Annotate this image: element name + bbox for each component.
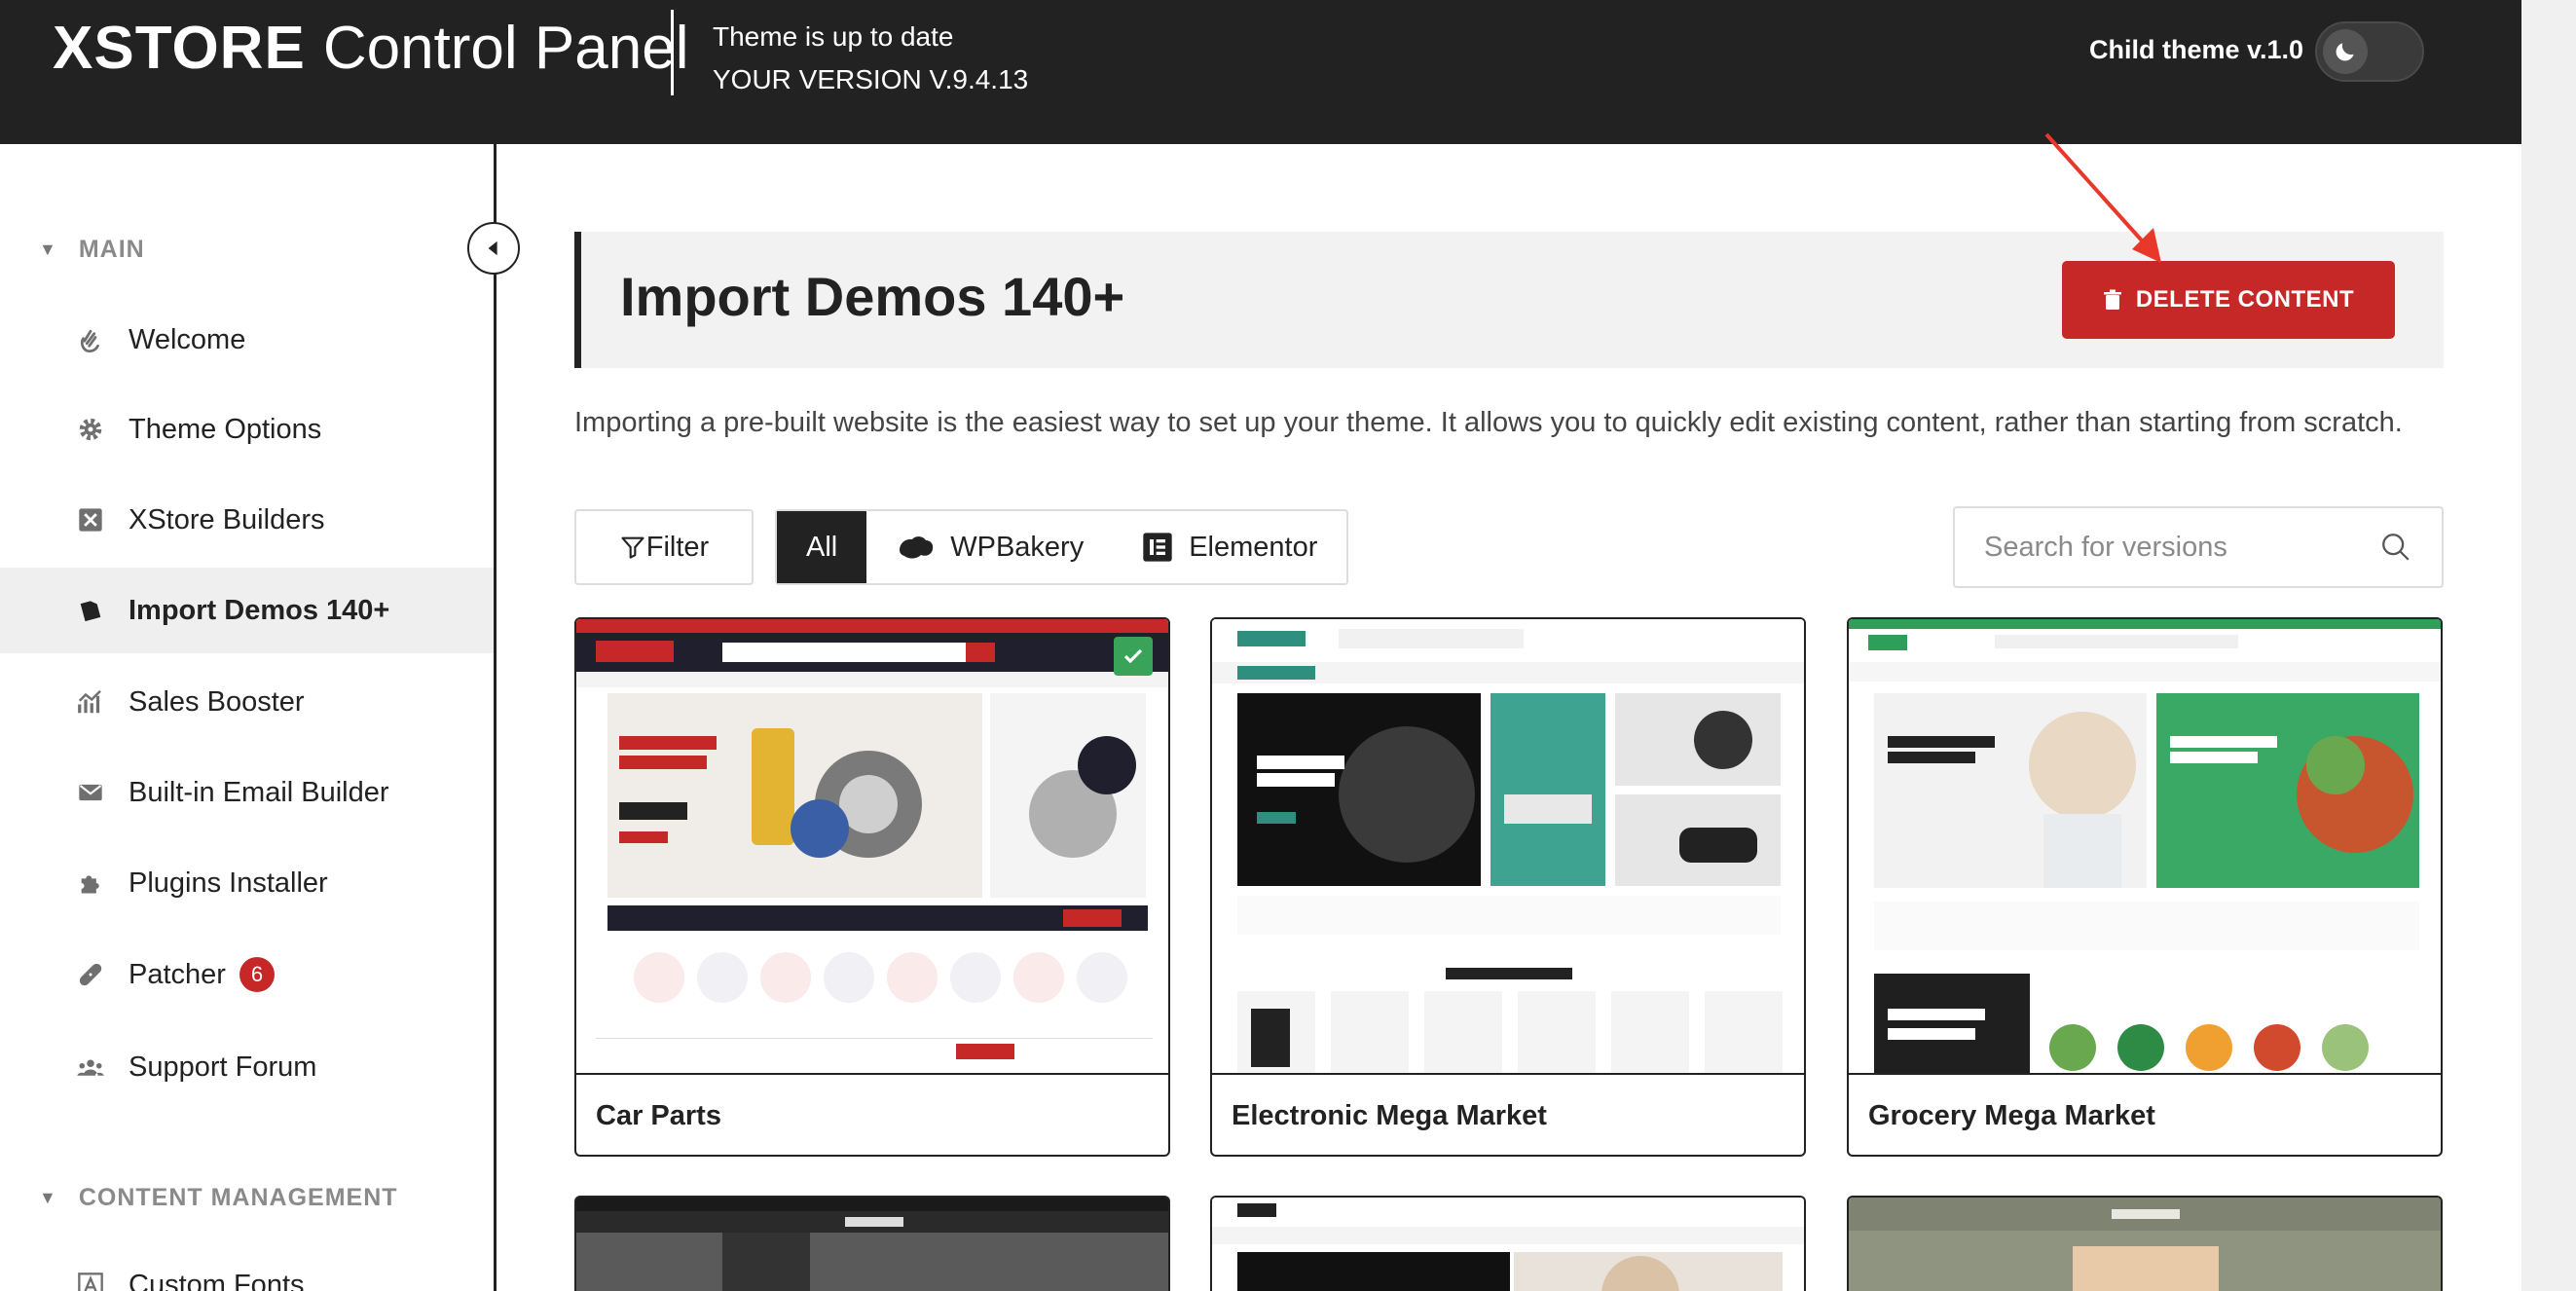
moon-icon	[2323, 29, 2368, 74]
child-theme-label: Child theme v.1.0	[2089, 35, 2304, 64]
logo-brand: XSTORE	[53, 15, 306, 82]
demo-card-preview-row2-1[interactable]	[574, 1196, 1170, 1291]
page-title: Import Demos 140+	[620, 266, 1125, 327]
sidebar-item-label: XStore Builders	[129, 503, 325, 535]
top-bar: XSTORE Control Panel Theme is up to date…	[0, 0, 2521, 144]
caret-down-icon: ▼	[39, 240, 57, 259]
delete-content-button[interactable]: DELETE CONTENT	[2062, 261, 2395, 339]
sidebar-item-import-demos[interactable]: Import Demos 140+	[0, 568, 494, 653]
search-versions-input[interactable]: Search for versions	[1953, 506, 2444, 588]
sidebar-item-theme-options[interactable]: Theme Options	[0, 387, 494, 472]
trash-icon	[2103, 289, 2121, 310]
demo-preview-image	[576, 619, 1168, 1075]
tab-wpbakery[interactable]: WPBakery	[866, 511, 1113, 583]
demo-name: Car Parts	[596, 1100, 721, 1131]
sidebar-item-label: Built-in Email Builder	[129, 776, 389, 808]
caret-left-icon	[488, 240, 497, 256]
builder-filter-tabs: All WPBakery Elementor	[775, 509, 1349, 585]
puzzle-icon	[76, 868, 105, 898]
sidebar-item-label: Sales Booster	[129, 685, 305, 718]
demo-card-preview-row2-2[interactable]	[1210, 1196, 1806, 1291]
scrollbar-track[interactable]	[2521, 0, 2576, 1291]
elementor-icon	[1143, 533, 1172, 562]
version-label: YOUR VERSION V.9.4.13	[713, 64, 1029, 94]
demo-card-grocery-mega-market[interactable]: Grocery Mega Market	[1847, 617, 2443, 1157]
builder-icon	[76, 505, 105, 535]
tab-label: Elementor	[1189, 531, 1318, 563]
demo-card-preview-row2-3[interactable]	[1847, 1196, 2443, 1291]
sidebar-item-label: Patcher	[129, 958, 226, 990]
demo-card-car-parts[interactable]: Car Parts	[574, 617, 1170, 1157]
sidebar-item-sales-booster[interactable]: Sales Booster	[0, 659, 494, 745]
sidebar-border	[494, 144, 497, 1291]
import-icon	[76, 596, 105, 625]
update-status: Theme is up to date	[713, 21, 954, 52]
dark-mode-toggle[interactable]	[2315, 21, 2424, 82]
sidebar-section-content-management[interactable]: ▼ CONTENT MANAGEMENT	[39, 1184, 398, 1212]
sidebar-item-label: Support Forum	[129, 1051, 317, 1083]
sidebar-section-label: MAIN	[78, 236, 145, 263]
sidebar-section-main[interactable]: ▼ MAIN	[39, 236, 145, 264]
sidebar-item-label: Welcome	[129, 323, 246, 355]
gear-icon	[76, 415, 105, 444]
tab-elementor[interactable]: Elementor	[1113, 511, 1346, 583]
collapse-sidebar-button[interactable]	[467, 222, 520, 275]
bandage-icon	[76, 960, 105, 989]
imported-check-icon	[1114, 637, 1153, 676]
tab-all[interactable]: All	[777, 511, 867, 583]
font-icon	[76, 1271, 105, 1291]
sidebar-item-patcher[interactable]: Patcher 6	[0, 932, 494, 1017]
funnel-icon	[621, 536, 644, 559]
logo-product: Control Panel	[322, 15, 689, 82]
sidebar-item-label: Custom Fonts	[129, 1269, 305, 1291]
tab-label: All	[806, 531, 838, 563]
search-placeholder: Search for versions	[1984, 531, 2227, 563]
sidebar-section-label: CONTENT MANAGEMENT	[78, 1184, 398, 1211]
sidebar-item-label: Plugins Installer	[129, 867, 328, 899]
sidebar-item-custom-fonts[interactable]: Custom Fonts	[0, 1242, 494, 1291]
sidebar-item-plugins-installer[interactable]: Plugins Installer	[0, 840, 494, 926]
search-icon	[2382, 534, 2410, 561]
sidebar-item-label: Theme Options	[129, 413, 322, 445]
header-divider	[671, 10, 674, 95]
demo-preview-image	[1212, 619, 1804, 1075]
demo-name: Electronic Mega Market	[1232, 1100, 1547, 1131]
intro-text: Importing a pre-built website is the eas…	[574, 407, 2403, 438]
tab-label: WPBakery	[950, 531, 1085, 563]
envelope-icon	[76, 778, 105, 807]
sidebar-item-support-forum[interactable]: Support Forum	[0, 1024, 494, 1110]
sidebar-item-xstore-builders[interactable]: XStore Builders	[0, 477, 494, 563]
logo: XSTORE Control Panel	[53, 14, 688, 92]
caret-down-icon: ▼	[39, 1188, 57, 1207]
annotation-arrow	[2044, 132, 2161, 263]
demo-card-electronic-mega-market[interactable]: Electronic Mega Market	[1210, 617, 1806, 1157]
users-icon	[76, 1052, 105, 1082]
demo-preview-image	[1849, 619, 2441, 1075]
sidebar-item-welcome[interactable]: Welcome	[0, 297, 494, 383]
chart-icon	[76, 687, 105, 717]
filter-label: Filter	[645, 531, 710, 563]
sidebar-item-label: Import Demos 140+	[129, 594, 390, 626]
wpbakery-icon	[900, 536, 934, 559]
sidebar-item-email-builder[interactable]: Built-in Email Builder	[0, 750, 494, 835]
theme-status: Theme is up to date YOUR VERSION V.9.4.1…	[713, 16, 1028, 101]
delete-content-label: DELETE CONTENT	[2135, 286, 2355, 313]
wave-hand-icon	[76, 325, 105, 354]
filter-button[interactable]: Filter	[574, 509, 754, 585]
patcher-count-badge: 6	[239, 957, 275, 992]
demo-name: Grocery Mega Market	[1868, 1100, 2155, 1131]
